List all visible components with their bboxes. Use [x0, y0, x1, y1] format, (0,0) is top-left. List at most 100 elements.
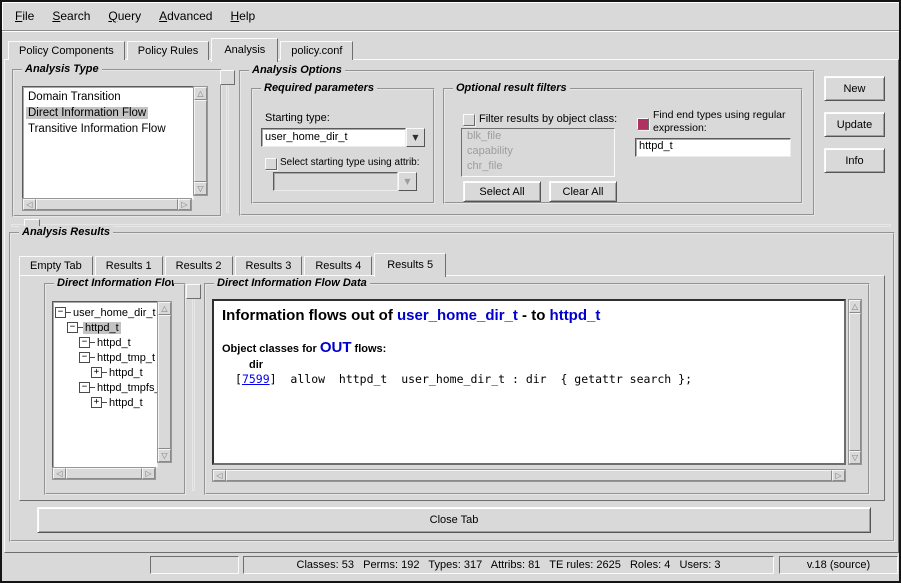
analysis-type-vscrollbar[interactable]: △ ▽: [193, 86, 208, 196]
scroll-left-icon[interactable]: ◁: [23, 199, 36, 210]
tree-node-label[interactable]: user_home_dir_t: [71, 307, 158, 319]
scroll-right-icon[interactable]: ▷: [142, 468, 155, 479]
menu-file[interactable]: File: [6, 6, 43, 26]
flow-data-textarea[interactable]: Information flows out of user_home_dir_t…: [212, 299, 846, 465]
new-button[interactable]: New: [824, 76, 885, 101]
tab-policy-rules[interactable]: Policy Rules: [127, 41, 210, 60]
menu-advanced[interactable]: Advanced: [150, 6, 221, 26]
rule-number-link[interactable]: 7599: [242, 372, 270, 386]
results-frame: Direct Information Flow Tree −user_home_…: [19, 275, 885, 501]
results-tabbar: Empty TabResults 1Results 2Results 3Resu…: [19, 248, 448, 275]
results-tab-empty-tab[interactable]: Empty Tab: [19, 256, 93, 275]
regex-input[interactable]: httpd_t: [635, 138, 791, 157]
select-all-button[interactable]: Select All: [463, 181, 541, 202]
results-tab-results-3[interactable]: Results 3: [235, 256, 303, 275]
flow-data-title: Direct Information Flow Data: [214, 277, 370, 289]
tree-toggle-minus-icon[interactable]: −: [67, 322, 78, 333]
info-button[interactable]: Info: [824, 148, 885, 173]
tree-node-label[interactable]: httpd_tmp_t: [95, 352, 157, 364]
chevron-down-icon[interactable]: ▼: [406, 128, 425, 147]
status-version-panel: v.18 (source): [779, 556, 898, 574]
scroll-up-icon[interactable]: △: [194, 87, 207, 100]
tree-node-label[interactable]: httpd_t: [107, 367, 145, 379]
flow-heading: Information flows out of user_home_dir_t…: [222, 307, 836, 324]
tree-toggle-plus-icon[interactable]: +: [91, 367, 102, 378]
scroll-right-icon[interactable]: ▷: [832, 470, 845, 481]
menubar: FileSearchQueryAdvancedHelp: [2, 2, 899, 31]
tree-node[interactable]: −httpd_tmpfs_t: [53, 380, 157, 395]
horizontal-sash-line: [11, 224, 891, 227]
analysis-type-item[interactable]: Direct Information Flow: [23, 105, 193, 121]
results-tab-results-4[interactable]: Results 4: [304, 256, 372, 275]
status-bar: Classes: 53 Perms: 192 Types: 317 Attrib…: [2, 552, 899, 579]
apol-window: FileSearchQueryAdvancedHelp Policy Compo…: [0, 0, 901, 583]
attrib-checkbox[interactable]: [265, 158, 277, 170]
scroll-right-icon[interactable]: ▷: [178, 199, 191, 210]
scrollbar-thumb[interactable]: [194, 100, 207, 182]
scroll-left-icon[interactable]: ◁: [213, 470, 226, 481]
flow-data-vscrollbar[interactable]: △ ▽: [848, 299, 862, 465]
optional-filters-title: Optional result filters: [453, 82, 570, 94]
tab-policy-conf[interactable]: policy.conf: [280, 41, 353, 60]
tree-node[interactable]: −httpd_t: [53, 320, 157, 335]
analysis-type-item[interactable]: Transitive Information Flow: [23, 121, 193, 137]
scrollbar-thumb[interactable]: [849, 313, 861, 451]
optional-filters-group: Optional result filters Filter results b…: [443, 88, 803, 204]
results-tab-results-5[interactable]: Results 5: [374, 253, 446, 277]
menu-search[interactable]: Search: [43, 6, 99, 26]
tree-toggle-minus-icon[interactable]: −: [79, 337, 90, 348]
scrollbar-thumb[interactable]: [158, 315, 171, 449]
object-class-item: capability: [462, 144, 614, 159]
tree-node-label[interactable]: httpd_t: [83, 322, 121, 334]
analysis-type-title: Analysis Type: [22, 63, 102, 75]
analysis-type-item[interactable]: Domain Transition: [23, 89, 193, 105]
regex-checkbox[interactable]: [637, 118, 649, 130]
scroll-down-icon[interactable]: ▽: [849, 451, 861, 464]
scroll-up-icon[interactable]: △: [849, 300, 861, 313]
tree-toggle-plus-icon[interactable]: +: [91, 397, 102, 408]
tree-node[interactable]: + httpd_t: [53, 365, 157, 380]
tree-node-label[interactable]: httpd_t: [95, 337, 133, 349]
required-parameters-title: Required parameters: [261, 82, 377, 94]
tree-toggle-minus-icon[interactable]: −: [79, 382, 90, 393]
starting-type-combobox[interactable]: user_home_dir_t ▼: [261, 128, 425, 147]
tree-toggle-minus-icon[interactable]: −: [79, 352, 90, 363]
menu-query[interactable]: Query: [99, 6, 150, 26]
flow-tree-vscrollbar[interactable]: △ ▽: [157, 301, 172, 463]
results-tab-results-2[interactable]: Results 2: [165, 256, 233, 275]
tree-node[interactable]: −httpd_tmp_t: [53, 350, 157, 365]
scroll-down-icon[interactable]: ▽: [158, 449, 171, 462]
tree-node-label[interactable]: httpd_t: [107, 397, 145, 409]
flow-tree-hscrollbar[interactable]: ◁ ▷: [52, 467, 156, 480]
object-class-item: chr_file: [462, 159, 614, 174]
flow-data-hscrollbar[interactable]: ◁ ▷: [212, 469, 846, 482]
tree-toggle-minus-icon[interactable]: −: [55, 307, 66, 318]
scrollbar-thumb[interactable]: [36, 199, 178, 210]
scrollbar-thumb[interactable]: [66, 468, 142, 479]
object-class-list: blk_filecapabilitychr_file: [461, 128, 615, 177]
scroll-down-icon[interactable]: ▽: [194, 182, 207, 195]
scroll-left-icon[interactable]: ◁: [53, 468, 66, 479]
tab-analysis[interactable]: Analysis: [211, 38, 278, 62]
regex-checkbox-label: Find end types using regular expression:: [653, 109, 795, 135]
close-tab-button[interactable]: Close Tab: [37, 507, 871, 533]
tree-node[interactable]: −httpd_t: [53, 335, 157, 350]
tree-node[interactable]: −user_home_dir_t: [53, 305, 157, 320]
main-frame: Analysis Type Domain TransitionDirect In…: [4, 59, 899, 553]
tree-node[interactable]: + httpd_t: [53, 395, 157, 410]
starting-type-value[interactable]: user_home_dir_t: [261, 128, 406, 147]
menu-help[interactable]: Help: [221, 6, 264, 26]
vertical-sash-line: [226, 70, 229, 213]
vertical-sash-handle[interactable]: [220, 70, 235, 85]
clear-all-button[interactable]: Clear All: [549, 181, 617, 202]
filter-object-class-checkbox[interactable]: [463, 114, 475, 126]
analysis-type-hscrollbar[interactable]: ◁ ▷: [22, 198, 192, 211]
tree-node-label[interactable]: httpd_tmpfs_t: [95, 382, 158, 394]
scroll-up-icon[interactable]: △: [158, 302, 171, 315]
scrollbar-thumb[interactable]: [226, 470, 832, 481]
results-sash-handle[interactable]: [186, 284, 201, 299]
update-button[interactable]: Update: [824, 112, 885, 137]
tab-policy-components[interactable]: Policy Components: [8, 41, 125, 60]
chevron-down-icon: ▼: [398, 172, 417, 191]
results-tab-results-1[interactable]: Results 1: [95, 256, 163, 275]
